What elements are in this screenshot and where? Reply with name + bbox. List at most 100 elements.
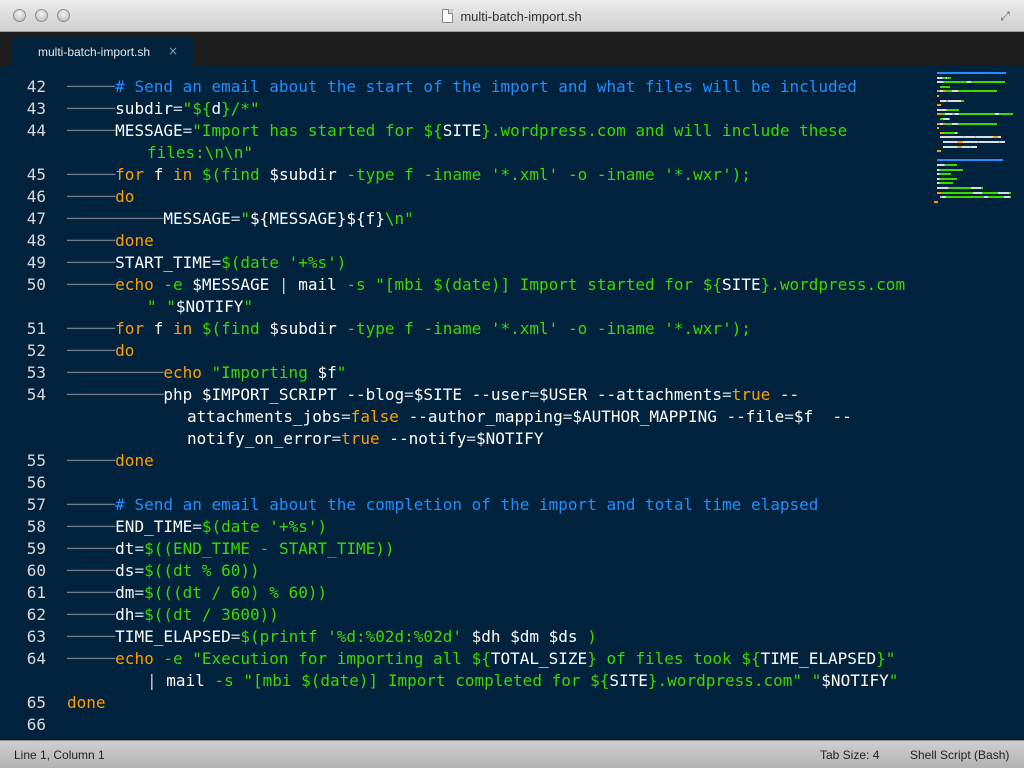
minimap-mark bbox=[971, 187, 981, 189]
minimap-mark bbox=[945, 90, 952, 93]
code-line: ─────do bbox=[67, 186, 134, 208]
indent-guide: ───── bbox=[67, 341, 116, 360]
tab-bar: multi-batch-import.sh × bbox=[0, 32, 1024, 66]
indent-guide: ───── bbox=[67, 539, 116, 558]
code-token: $(date '+%s') bbox=[201, 517, 328, 536]
minimap-mark bbox=[949, 187, 971, 189]
code-line: | mail -s "[mbi $(date)] Import complete… bbox=[147, 670, 898, 692]
code-token: $subdir bbox=[269, 165, 337, 184]
minimap-mark bbox=[973, 191, 982, 194]
code-line: ─────done bbox=[67, 450, 154, 472]
code-token: $subdir bbox=[269, 319, 337, 338]
line-number: 58 bbox=[26, 517, 46, 536]
code-token: $SITE --user bbox=[413, 385, 530, 404]
code-line: ─────echo -e "Execution for importing al… bbox=[67, 648, 895, 670]
code-token: echo bbox=[115, 275, 154, 294]
code-token: for bbox=[115, 319, 145, 338]
code-token: = bbox=[230, 209, 241, 228]
code-token: SITE bbox=[609, 671, 648, 690]
minimap-mark bbox=[979, 141, 999, 143]
code-line: ─────echo -e $MESSAGE | mail -s "[mbi $(… bbox=[67, 274, 905, 296]
line-number: 66 bbox=[26, 715, 46, 734]
minimap-mark bbox=[937, 104, 941, 107]
code-token: = bbox=[172, 99, 183, 118]
code-line: ─────TIME_ELAPSED=$(printf '%d:%02d:%02d… bbox=[67, 626, 597, 648]
code-line: ─────dt=$((END_TIME - START_TIME)) bbox=[67, 538, 395, 560]
code-token: " " bbox=[147, 297, 176, 316]
minimap-mark bbox=[937, 72, 1006, 74]
minimap-mark bbox=[963, 141, 978, 143]
indent-guide: ────────── bbox=[67, 363, 164, 382]
fullscreen-icon[interactable]: ⤢ bbox=[998, 9, 1012, 23]
indent-guide: ───── bbox=[67, 187, 116, 206]
tab-size-selector[interactable]: Tab Size: 4 bbox=[820, 748, 879, 762]
code-token: } of files took ${ bbox=[587, 649, 761, 668]
code-token: d bbox=[211, 99, 222, 118]
line-number: 54 bbox=[26, 385, 46, 404]
minimap-mark bbox=[945, 113, 952, 116]
indent-guide: ────────── bbox=[67, 209, 164, 228]
code-token: $(find bbox=[192, 165, 270, 184]
minimap-mark bbox=[940, 85, 950, 88]
code-line: notify_on_error=true --notify=$NOTIFY bbox=[187, 428, 543, 450]
window-title: multi-batch-import.sh bbox=[460, 8, 582, 24]
minimap-mark bbox=[944, 81, 967, 84]
code-token: | bbox=[269, 275, 299, 294]
indent-guide: ───── bbox=[67, 231, 116, 250]
line-number: 45 bbox=[26, 165, 46, 184]
code-token: = bbox=[134, 605, 145, 624]
minimap-mark bbox=[943, 145, 957, 148]
code-line: attachments_jobs=false --author_mapping=… bbox=[187, 406, 852, 428]
minimap-mark bbox=[999, 113, 1013, 116]
tab-close-icon[interactable]: × bbox=[168, 44, 178, 58]
line-number: 48 bbox=[26, 231, 46, 250]
code-editor[interactable]: 42 43 44 45 46 47 48 49 50 51 52 53 54 55 56 57 58 59 60 61… bbox=[0, 66, 1024, 740]
code-area[interactable]: ─────# Send an email about the start of … bbox=[67, 66, 937, 740]
line-number: 64 bbox=[26, 649, 46, 668]
minimap-mark bbox=[947, 108, 959, 111]
line-number: 57 bbox=[26, 495, 46, 514]
code-token: in bbox=[172, 165, 193, 184]
syntax-selector[interactable]: Shell Script (Bash) bbox=[910, 748, 1009, 762]
code-token: $USER --attachments bbox=[539, 385, 723, 404]
line-number: 60 bbox=[26, 561, 46, 580]
minimap-mark bbox=[946, 196, 984, 199]
minimap-mark bbox=[971, 145, 977, 148]
indent-guide: ────────── bbox=[67, 385, 164, 404]
code-line: ─────for f in $(find $subdir -type f -in… bbox=[67, 164, 751, 186]
code-token: = bbox=[466, 429, 477, 448]
line-number bbox=[0, 296, 46, 318]
code-token: = bbox=[134, 539, 145, 558]
minimap[interactable] bbox=[934, 68, 1020, 228]
minimap-mark bbox=[961, 99, 964, 102]
minimap-mark bbox=[976, 136, 993, 139]
minimap-mark bbox=[981, 187, 983, 189]
code-token: # Send an email about the start of the i… bbox=[115, 77, 857, 96]
code-token: f bbox=[144, 165, 173, 184]
code-token: true bbox=[341, 429, 380, 448]
indent-guide: ───── bbox=[67, 77, 116, 96]
line-number: 55 bbox=[26, 451, 46, 470]
minimap-mark bbox=[934, 200, 938, 203]
tab-multi-batch-import[interactable]: multi-batch-import.sh × bbox=[12, 37, 194, 66]
indent-guide: ───── bbox=[67, 253, 116, 272]
line-number: 42 bbox=[26, 77, 46, 96]
code-token: done bbox=[115, 451, 154, 470]
minimap-mark bbox=[945, 122, 952, 125]
code-token: = bbox=[211, 253, 222, 272]
code-line: files:\n\n" bbox=[147, 142, 253, 164]
code-token: }.wordpress.com bbox=[760, 275, 906, 294]
minimap-mark bbox=[944, 131, 955, 134]
code-token: $((END_TIME - START_TIME)) bbox=[144, 539, 395, 558]
code-token: --author_mapping bbox=[398, 407, 563, 426]
line-number: 52 bbox=[26, 341, 46, 360]
tab-label: multi-batch-import.sh bbox=[38, 44, 151, 59]
indent-guide: ───── bbox=[67, 275, 116, 294]
indent-guide: ───── bbox=[67, 561, 116, 580]
code-token: = bbox=[784, 407, 794, 426]
minimap-mark bbox=[958, 90, 997, 93]
indent-guide: ───── bbox=[67, 649, 116, 668]
minimap-mark bbox=[937, 127, 939, 130]
line-number: 44 bbox=[26, 121, 46, 140]
code-line: ─────START_TIME=$(date '+%s') bbox=[67, 252, 346, 274]
